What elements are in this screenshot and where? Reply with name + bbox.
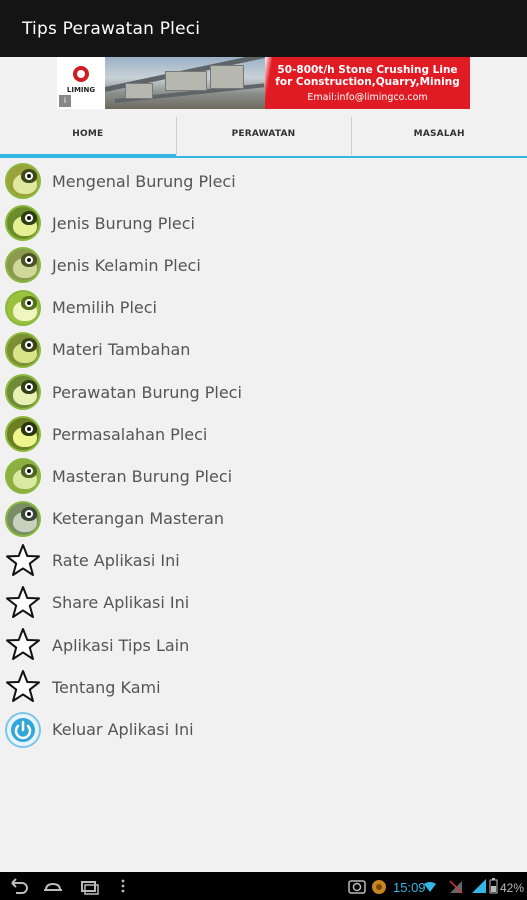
ad-brand-logo: LIMING i [57, 57, 105, 109]
ad-text-panel: 50-800t/h Stone Crushing Line for Constr… [265, 57, 470, 109]
menu-item-label: Jenis Kelamin Pleci [52, 255, 201, 275]
star-icon [4, 542, 42, 580]
ad-headline: 50-800t/h Stone Crushing Line [277, 64, 458, 76]
ad-banner[interactable]: LIMING i 50-800t/h Stone Crushing Line f… [57, 57, 470, 109]
menu-item-label: Masteran Burung Pleci [52, 466, 233, 486]
action-bar: Tips Perawatan Pleci [0, 0, 527, 57]
menu-item[interactable]: Keluar Aplikasi Ini [0, 708, 527, 750]
menu-item[interactable]: Aplikasi Tips Lain [0, 624, 527, 666]
bird-icon [4, 373, 42, 411]
menu-item[interactable]: Jenis Kelamin Pleci [0, 244, 527, 286]
ad-machine-image [105, 57, 265, 109]
ad-brand-name: LIMING [66, 86, 96, 94]
bird-icon [4, 331, 42, 369]
menu-item-label: Aplikasi Tips Lain [52, 635, 190, 655]
menu-item-label: Rate Aplikasi Ini [52, 551, 180, 571]
navigation-bar: 15:09 42% [0, 872, 527, 900]
menu-item-label: Materi Tambahan [52, 340, 191, 360]
bird-icon [4, 246, 42, 284]
tab-indicator [175, 156, 352, 158]
menu-item-label: Keterangan Masteran [52, 509, 224, 529]
liming-logo-icon [70, 63, 92, 85]
menu-item[interactable]: Tentang Kami [0, 666, 527, 708]
tab-masalah[interactable]: MASALAH [351, 115, 527, 158]
menu-item[interactable]: Mengenal Burung Pleci [0, 160, 527, 202]
menu-icon[interactable] [121, 879, 125, 893]
clock: 15:09 [393, 880, 426, 895]
menu-item[interactable]: Memilih Pleci [0, 287, 527, 329]
menu-item-label: Mengenal Burung Pleci [52, 171, 236, 191]
tab-label: PERAWATAN [231, 129, 296, 139]
menu-item[interactable]: Materi Tambahan [0, 329, 527, 371]
menu-item[interactable]: Perawatan Burung Pleci [0, 371, 527, 413]
tab-indicator [0, 154, 176, 158]
menu-item[interactable]: Share Aplikasi Ini [0, 582, 527, 624]
menu-item[interactable]: Permasalahan Pleci [0, 413, 527, 455]
menu-item-label: Keluar Aplikasi Ini [52, 720, 194, 740]
tab-perawatan[interactable]: PERAWATAN [175, 115, 352, 158]
ad-info-icon[interactable]: i [59, 95, 71, 107]
tab-label: MASALAH [413, 129, 465, 139]
ad-subheadline: for Construction,Quarry,Mining [275, 76, 460, 88]
power-icon [4, 711, 42, 749]
app-title: Tips Perawatan Pleci [22, 18, 201, 39]
star-icon [4, 584, 42, 622]
menu-item-label: Permasalahan Pleci [52, 424, 208, 444]
star-icon [4, 668, 42, 706]
bird-icon [4, 162, 42, 200]
menu-item[interactable]: Keterangan Masteran [0, 498, 527, 540]
tab-indicator [351, 156, 527, 158]
menu-item[interactable]: Masteran Burung Pleci [0, 455, 527, 497]
menu-item-label: Share Aplikasi Ini [52, 593, 190, 613]
menu-item-label: Jenis Burung Pleci [52, 213, 195, 233]
menu-item[interactable]: Rate Aplikasi Ini [0, 540, 527, 582]
menu-item-label: Tentang Kami [52, 677, 161, 697]
app-notification-icon [372, 880, 386, 894]
menu-list: Mengenal Burung Pleci Jenis Burung Pleci J… [0, 160, 527, 751]
battery-percent: 42% [500, 881, 524, 895]
bird-icon [4, 204, 42, 242]
menu-item[interactable]: Jenis Burung Pleci [0, 202, 527, 244]
ad-email: Email:info@limingco.com [307, 92, 428, 103]
menu-item-label: Perawatan Burung Pleci [52, 382, 242, 402]
tab-home[interactable]: HOME [0, 115, 176, 158]
bird-icon [4, 500, 42, 538]
star-icon [4, 626, 42, 664]
bird-icon [4, 457, 42, 495]
bird-icon [4, 415, 42, 453]
menu-item-label: Memilih Pleci [52, 298, 157, 318]
tab-label: HOME [72, 129, 104, 139]
tab-bar: HOME PERAWATAN MASALAH [0, 115, 527, 158]
bird-icon [4, 289, 42, 327]
